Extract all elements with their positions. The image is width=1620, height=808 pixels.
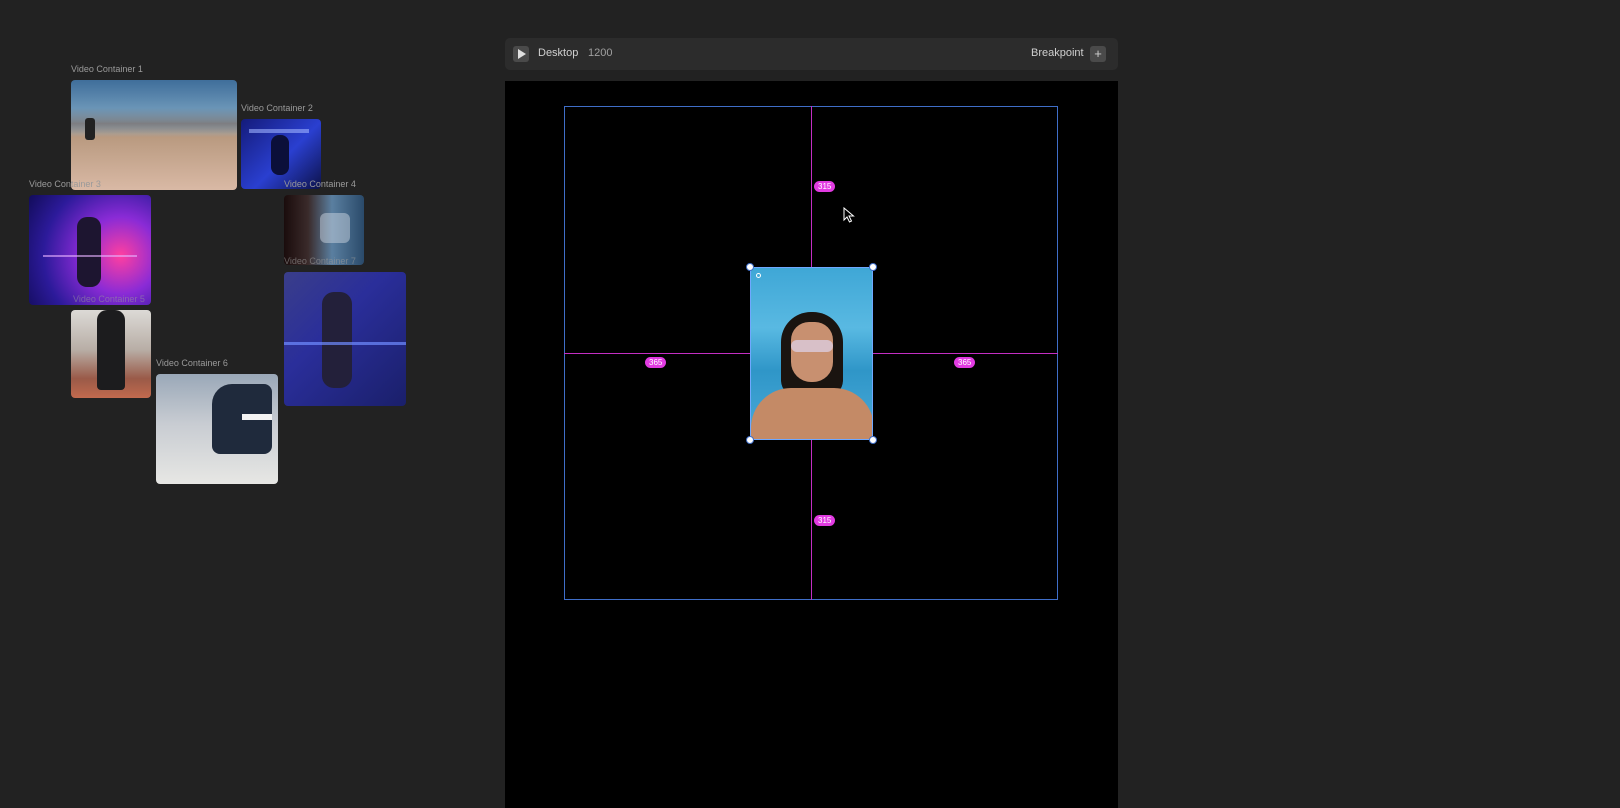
resize-handle-bottom-left[interactable] (746, 436, 754, 444)
video-container-7[interactable] (284, 272, 406, 406)
device-label[interactable]: Desktop (538, 47, 578, 59)
resize-handle-top-left[interactable] (746, 263, 754, 271)
subject-glasses (791, 340, 833, 352)
spacing-badge-bottom: 315 (814, 515, 836, 526)
subject-shoulders (751, 388, 872, 439)
video-container-1-label: Video Container 1 (71, 64, 143, 74)
spacing-guide-bottom (811, 440, 812, 600)
video-container-2-label: Video Container 2 (241, 103, 313, 113)
breakpoint-toolbar: Desktop 1200 Breakpoint + (505, 38, 1118, 70)
spacing-guide-left (564, 353, 750, 354)
video-container-5[interactable] (71, 310, 151, 398)
selected-video-container[interactable] (750, 267, 873, 440)
spacing-guide-right (873, 353, 1058, 354)
play-icon (518, 49, 526, 59)
spacing-badge-right: 365 (954, 357, 976, 368)
spacing-badge-top: 315 (814, 181, 836, 192)
resize-handle-bottom-right[interactable] (869, 436, 877, 444)
video-container-6-label: Video Container 6 (156, 358, 228, 368)
video-container-4-label: Video Container 4 (284, 179, 356, 189)
video-container-7-label: Video Container 7 (284, 256, 356, 266)
add-breakpoint-button[interactable]: + (1090, 46, 1106, 62)
video-container-4[interactable] (284, 195, 364, 265)
origin-marker-icon (756, 273, 761, 278)
width-value[interactable]: 1200 (588, 47, 612, 59)
preview-play-button[interactable] (513, 46, 529, 62)
video-container-6[interactable] (156, 374, 278, 484)
desktop-frame[interactable]: 315 365 365 315 (505, 81, 1118, 808)
resize-handle-top-right[interactable] (869, 263, 877, 271)
video-container-1[interactable] (71, 80, 237, 190)
subject-face (791, 322, 833, 382)
breakpoint-label[interactable]: Breakpoint (1031, 47, 1084, 59)
mouse-cursor-icon (843, 207, 855, 223)
video-container-3-label: Video Container 3 (29, 179, 101, 189)
video-container-3[interactable] (29, 195, 151, 305)
video-container-5-label: Video Container 5 (73, 294, 145, 304)
spacing-guide-top (811, 106, 812, 267)
spacing-badge-left: 365 (645, 357, 667, 368)
